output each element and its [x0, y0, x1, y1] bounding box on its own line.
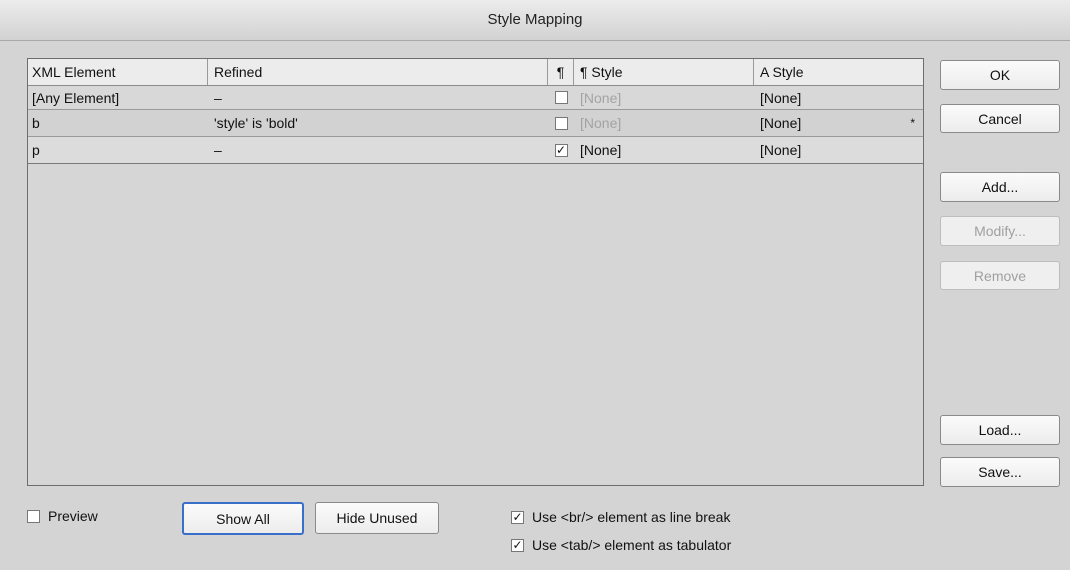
- map-paragraph-checkbox[interactable]: ✓: [554, 143, 568, 157]
- table-row[interactable]: b 'style' is 'bold' [None] [None] *: [28, 110, 923, 137]
- table-header: XML Element Refined ¶ ¶ Style A Style: [28, 59, 923, 86]
- preview-option[interactable]: Preview: [27, 508, 98, 524]
- tab-tabulator-label: Use <tab/> element as tabulator: [532, 537, 732, 553]
- map-paragraph-checkbox[interactable]: [554, 91, 568, 104]
- column-header-paragraph-style[interactable]: ¶ Style: [574, 59, 754, 85]
- column-header-character-style[interactable]: A Style: [754, 59, 923, 85]
- add-button[interactable]: Add...: [940, 172, 1060, 202]
- preview-checkbox[interactable]: [27, 509, 40, 523]
- refined-cell: –: [214, 89, 222, 106]
- element-cell: [Any Element]: [32, 89, 120, 106]
- character-style-cell[interactable]: [None]: [754, 86, 923, 109]
- style-mapping-table: XML Element Refined ¶ ¶ Style A Style [A…: [27, 58, 924, 486]
- br-line-break-option[interactable]: ✓ Use <br/> element as line break: [511, 509, 730, 525]
- show-all-button[interactable]: Show All: [182, 502, 304, 535]
- element-cell: b: [32, 115, 40, 131]
- refined-cell: 'style' is 'bold': [214, 115, 298, 131]
- window-title: Style Mapping: [0, 0, 1070, 41]
- table-row[interactable]: p – ✓ [None] [None]: [28, 137, 923, 164]
- tab-tabulator-checkbox[interactable]: ✓: [511, 538, 524, 552]
- br-line-break-checkbox[interactable]: ✓: [511, 510, 524, 524]
- save-button[interactable]: Save...: [940, 457, 1060, 487]
- br-line-break-label: Use <br/> element as line break: [532, 509, 731, 525]
- remove-button[interactable]: Remove: [940, 261, 1060, 290]
- paragraph-style-cell[interactable]: [None]: [574, 137, 754, 163]
- element-cell: p: [32, 142, 40, 158]
- load-button[interactable]: Load...: [940, 415, 1060, 445]
- table-row[interactable]: [Any Element] – [None] [None]: [28, 86, 923, 110]
- tab-tabulator-option[interactable]: ✓ Use <tab/> element as tabulator: [511, 537, 731, 553]
- column-header-pilcrow[interactable]: ¶: [548, 59, 574, 85]
- cancel-button[interactable]: Cancel: [940, 104, 1060, 133]
- ok-button[interactable]: OK: [940, 60, 1060, 90]
- map-paragraph-checkbox[interactable]: [554, 116, 568, 130]
- character-style-cell[interactable]: [None]: [754, 110, 923, 136]
- column-header-refined[interactable]: Refined: [208, 59, 548, 85]
- modified-marker: *: [910, 116, 915, 130]
- modify-button[interactable]: Modify...: [940, 216, 1060, 246]
- paragraph-style-cell[interactable]: [None]: [574, 110, 754, 136]
- column-header-xml-element[interactable]: XML Element: [28, 59, 208, 85]
- preview-label: Preview: [48, 508, 98, 524]
- hide-unused-button[interactable]: Hide Unused: [315, 502, 439, 534]
- paragraph-style-cell[interactable]: [None]: [574, 86, 754, 109]
- refined-cell: –: [214, 142, 222, 158]
- character-style-cell[interactable]: [None]: [754, 137, 923, 163]
